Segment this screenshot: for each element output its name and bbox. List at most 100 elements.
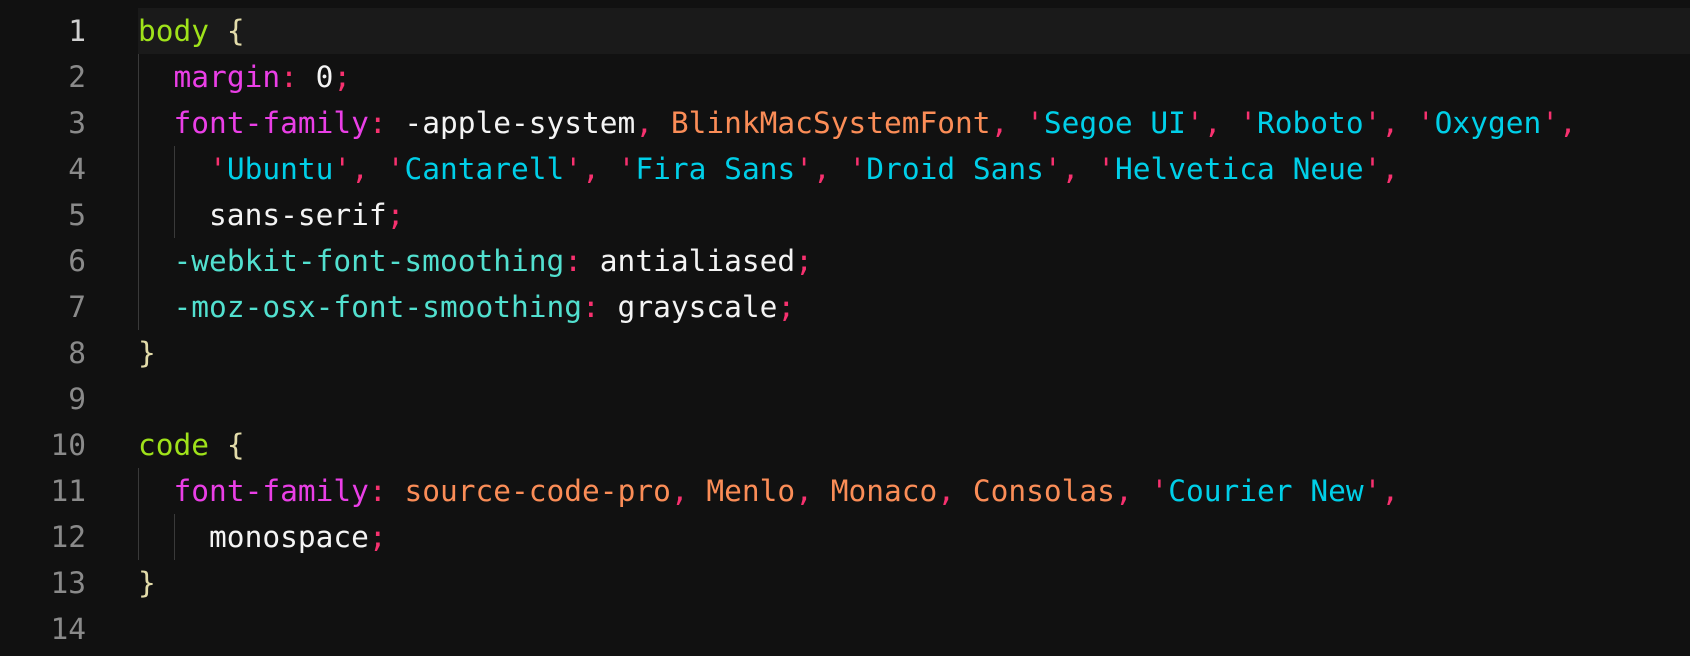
- token-punct: ;: [795, 244, 813, 278]
- token-punct: :: [582, 290, 600, 324]
- line-content: -webkit-font-smoothing: antialiased;: [138, 238, 1690, 284]
- token-punct: :: [280, 60, 298, 94]
- token-value: 0: [297, 60, 334, 94]
- token-selector: body: [138, 14, 210, 48]
- token-punct: ,: [1114, 474, 1151, 508]
- token-punct: ;: [386, 198, 405, 232]
- code-line[interactable]: 13}: [0, 560, 1690, 606]
- indent-guide: [138, 514, 139, 560]
- token-punct: ,: [582, 152, 618, 186]
- token-punct: ,: [1381, 474, 1400, 508]
- code-line[interactable]: 4 'Ubuntu', 'Cantarell', 'Fira Sans', 'D…: [0, 146, 1690, 192]
- token-quote: ': [1043, 152, 1062, 186]
- token-quote: ': [795, 152, 813, 186]
- line-number: 14: [50, 612, 86, 646]
- code-line[interactable]: 12 monospace;: [0, 514, 1690, 560]
- token-quote: ': [386, 152, 405, 186]
- indent-guide: [173, 192, 175, 238]
- indent-guide: [138, 284, 139, 330]
- token-punct: ,: [795, 474, 831, 508]
- code-line[interactable]: 11 font-family: source-code-pro, Menlo, …: [0, 468, 1690, 514]
- line-number: 6: [68, 244, 86, 278]
- token-punct: ,: [937, 474, 973, 508]
- token-quote: ': [848, 152, 867, 186]
- line-content: -moz-osx-font-smoothing: grayscale;: [138, 284, 1690, 330]
- token-punct: ;: [777, 290, 796, 324]
- token-font: source-code-pro: [404, 474, 671, 508]
- token-quote: ': [1097, 152, 1115, 186]
- line-content: margin: 0;: [138, 54, 1690, 100]
- code-line[interactable]: 5 sans-serif;: [0, 192, 1690, 238]
- line-number: 5: [68, 198, 86, 232]
- token-punct: ,: [1381, 106, 1417, 140]
- indent-guide: [173, 146, 175, 192]
- token-brace: {: [226, 428, 245, 462]
- token-punct: ;: [368, 520, 387, 554]
- token-string: Courier New: [1168, 474, 1364, 508]
- token-punct: ,: [990, 106, 1027, 140]
- line-content: code {: [138, 422, 1690, 468]
- indent-guide: [138, 238, 139, 284]
- line-number: 4: [68, 152, 86, 186]
- token-value: [387, 474, 405, 508]
- token-quote: ': [1541, 106, 1559, 140]
- code-line[interactable]: 8}: [0, 330, 1690, 376]
- code-editor[interactable]: 1 body {2 margin: 0; 3 font-family: -apple…: [0, 8, 1690, 652]
- line-content: [138, 376, 1690, 422]
- code-line[interactable]: 1 body {: [0, 8, 1690, 54]
- code-line[interactable]: 10 code {: [0, 422, 1690, 468]
- indent-guide: [138, 54, 139, 100]
- token-punct: ,: [813, 152, 849, 186]
- line-number: 8: [68, 336, 86, 370]
- line-number: 11: [50, 474, 86, 508]
- token-prop: font-family: [173, 474, 369, 508]
- token-quote: ': [564, 152, 583, 186]
- line-number: 9: [68, 382, 86, 416]
- token-font: BlinkMacSystemFont: [670, 106, 991, 140]
- token-string: Droid Sans: [866, 152, 1044, 186]
- line-content: [138, 606, 1690, 652]
- token-punct: :: [564, 244, 583, 278]
- line-content: font-family: source-code-pro, Menlo, Mon…: [138, 468, 1690, 514]
- token-punct: ,: [670, 474, 707, 508]
- token-prop: font-family: [173, 106, 369, 140]
- code-line[interactable]: 14: [0, 606, 1690, 652]
- indent-guide: [138, 468, 139, 514]
- line-content: monospace;: [138, 514, 1690, 560]
- token-string: Oxygen: [1434, 106, 1542, 140]
- line-number: 2: [68, 60, 86, 94]
- token-punct: ,: [351, 152, 387, 186]
- token-string: Ubuntu: [226, 152, 334, 186]
- token-value: [209, 14, 227, 48]
- token-value: [209, 428, 227, 462]
- token-punct: ;: [333, 60, 352, 94]
- token-brace: }: [138, 336, 156, 370]
- token-quote: ': [1416, 106, 1435, 140]
- token-quote: ': [209, 152, 227, 186]
- token-prop: margin: [173, 60, 281, 94]
- code-line[interactable]: 2 margin: 0;: [0, 54, 1690, 100]
- code-line[interactable]: 9: [0, 376, 1690, 422]
- token-font: Consolas: [972, 474, 1115, 508]
- line-content: body {: [138, 8, 1690, 54]
- token-value: grayscale: [599, 290, 778, 324]
- token-punct: ,: [1559, 106, 1577, 140]
- token-value: antialiased: [582, 244, 796, 278]
- token-punct: :: [368, 474, 387, 508]
- token-quote: ': [1185, 106, 1204, 140]
- line-number: 3: [68, 106, 86, 140]
- line-number: 10: [50, 428, 86, 462]
- token-punct: ,: [1061, 152, 1098, 186]
- code-line[interactable]: 6 -webkit-font-smoothing: antialiased;: [0, 238, 1690, 284]
- line-content: }: [138, 330, 1690, 376]
- token-punct: ,: [1381, 152, 1400, 186]
- indent-guide: [173, 514, 175, 560]
- code-line[interactable]: 3 font-family: -apple-system, BlinkMacSy…: [0, 100, 1690, 146]
- code-line[interactable]: 7 -moz-osx-font-smoothing: grayscale;: [0, 284, 1690, 330]
- line-number: 7: [68, 290, 86, 324]
- line-content: 'Ubuntu', 'Cantarell', 'Fira Sans', 'Dro…: [138, 146, 1690, 192]
